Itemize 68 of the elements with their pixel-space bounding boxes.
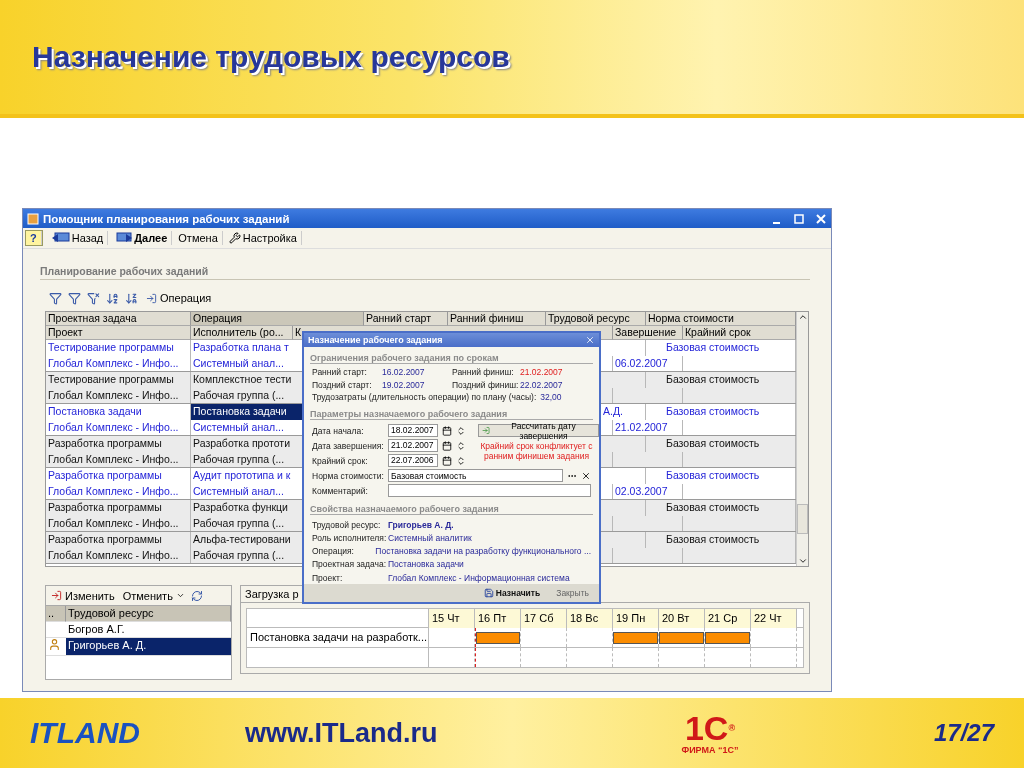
slide-title: Назначение трудовых ресурсов <box>32 40 510 74</box>
table-cell: Глобал Комплекс - Инфо... <box>46 451 191 467</box>
field-label: Трудозатраты (длительность операции) по плану (часы): <box>312 391 537 402</box>
logo-text: 1С® <box>684 711 736 745</box>
column-header: Трудовой ресурс <box>66 606 231 622</box>
field-label: Дата начала: <box>312 425 365 436</box>
table-cell: Разработка программы <box>46 468 191 484</box>
table-cell: Базовая стоимость <box>666 533 760 545</box>
table-cell: Разработка программы <box>46 500 191 516</box>
logo-caption: ФИРМА “1С” <box>681 745 739 755</box>
date-value: 22.02.2007 <box>520 380 564 390</box>
day-header: 16 Пт <box>475 609 521 628</box>
field-label: Дата завершения: <box>312 440 384 451</box>
day-header: 15 Чт <box>429 609 475 628</box>
table-cell: Глобал Комплекс - Инфо... <box>46 355 191 371</box>
field-label: Роль исполнителя: <box>312 533 384 543</box>
table-cell: Глобал Комплекс - Инфо... <box>46 515 191 531</box>
field-label: Комментарий: <box>312 485 369 496</box>
property-value: Глобал Комплекс - Информационная система <box>388 572 570 583</box>
table-cell: Разработка программы <box>46 436 191 452</box>
day-header: 19 Пн <box>613 609 659 628</box>
property-value: Системный аналитик <box>388 533 472 543</box>
table-cell: Базовая стоимость <box>666 437 760 449</box>
day-header: 18 Вс <box>567 609 613 628</box>
property-value: Постановка задачи на разработку функционального ... <box>375 546 591 557</box>
field-label: Поздний финиш: <box>452 380 520 390</box>
day-header: 22 Чт <box>751 609 797 628</box>
day-header: 17 Сб <box>521 609 567 628</box>
table-cell: Тестирование программы <box>46 372 191 388</box>
table-cell: Базовая стоимость <box>666 501 760 513</box>
field-label: Операция: <box>312 546 355 557</box>
table-cell: Глобал Комплекс - Инфо... <box>46 483 191 499</box>
warning-text: Крайний срок конфликтует с ранним финишем задания <box>479 441 594 462</box>
section-title: Планирование рабочих заданий <box>40 265 810 280</box>
day-header: 20 Вт <box>659 609 705 628</box>
table-cell: 02.03.2007 <box>615 484 668 497</box>
task-label: Постановка задачи на разработк... <box>250 631 428 643</box>
table-cell: Базовая стоимость <box>666 341 760 353</box>
column-header: .. <box>46 606 66 622</box>
field-label: Трудовой ресурс: <box>312 519 382 530</box>
table-cell: Глобал Комплекс - Инфо... <box>46 547 191 563</box>
day-header: 21 Ср <box>705 609 751 628</box>
column-header: Операция <box>191 312 364 326</box>
table-cell: Базовая стоимость <box>666 469 760 481</box>
table-cell: Глобал Комплекс - Инфо... <box>46 387 191 403</box>
table-cell: 21.02.2007 <box>615 420 668 433</box>
field-label: Норма стоимости: <box>312 470 384 481</box>
property-value: Григорьев А. Д. <box>388 519 454 530</box>
table-cell: Глобал Комплекс - Инфо... <box>46 419 191 435</box>
field-label: Крайний срок: <box>312 455 369 466</box>
field-label: Проект: <box>312 572 344 583</box>
section-title: Параметры назначаемого рабочего задания <box>310 409 593 421</box>
table-cell: 06.02.2007 <box>615 356 668 369</box>
section-title: Ограничения рабочего задания по срокам <box>310 353 593 364</box>
effort-value: 32,00 <box>540 391 562 402</box>
table-cell: Базовая стоимость <box>666 405 760 417</box>
field-label: Поздний старт: <box>312 380 373 390</box>
window-title: Помощник планирования рабочих заданий <box>43 212 291 225</box>
table-cell: Базовая стоимость <box>666 373 760 385</box>
page-number: 17/27 <box>933 719 994 747</box>
property-value: Постановка задачи <box>388 559 464 570</box>
table-cell: Разработка программы <box>46 532 191 548</box>
table-cell: Тестирование программы <box>46 340 191 356</box>
table-cell: А.Д. <box>603 405 623 417</box>
field-label: Проектная задача: <box>312 559 384 570</box>
date-value: 19.02.2007 <box>382 380 426 390</box>
logo-text: ITLAND <box>30 716 141 750</box>
section-title: Свойства назначаемого рабочего задания <box>310 504 593 516</box>
